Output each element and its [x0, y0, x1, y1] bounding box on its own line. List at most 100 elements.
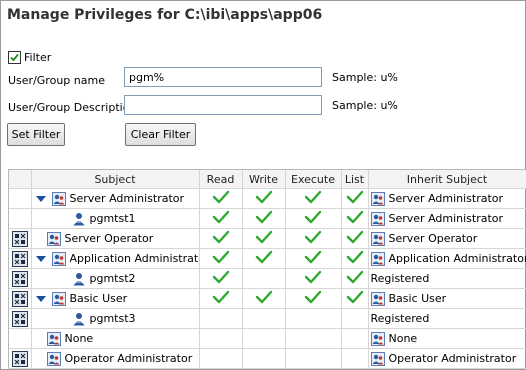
group-icon — [51, 251, 66, 266]
write-cell[interactable] — [242, 248, 286, 269]
execute-cell[interactable] — [285, 268, 342, 289]
group-icon — [370, 331, 385, 346]
check-icon — [304, 290, 322, 307]
table-row[interactable]: Operator Administrator Operator Administr… — [9, 348, 526, 369]
list-cell[interactable] — [341, 308, 369, 329]
set-filter-button[interactable]: Set Filter — [7, 123, 65, 146]
clear-filter-button[interactable]: Clear Filter — [125, 123, 196, 146]
table-row[interactable]: Application Administrator Application Adm… — [9, 248, 526, 269]
read-cell[interactable] — [199, 288, 243, 309]
privileges-panel: Manage Privileges for C:\ibi\apps\app06 … — [0, 0, 526, 370]
column-header-write[interactable]: Write — [242, 170, 286, 189]
list-cell[interactable] — [341, 228, 369, 249]
execute-cell[interactable] — [285, 348, 342, 369]
user-group-desc-input[interactable] — [124, 95, 322, 115]
filter-checkbox[interactable] — [8, 51, 21, 64]
group-icon — [51, 291, 66, 306]
table-row[interactable]: Basic User Basic User — [9, 288, 526, 309]
subject-cell: Application Administrator — [31, 248, 200, 269]
write-cell[interactable] — [242, 348, 286, 369]
execute-cell[interactable] — [285, 208, 342, 229]
check-icon — [346, 290, 364, 307]
column-header-subject[interactable]: Subject — [31, 170, 200, 189]
column-header-list[interactable]: List — [341, 170, 369, 189]
write-cell[interactable] — [242, 268, 286, 289]
list-cell[interactable] — [341, 268, 369, 289]
list-cell[interactable] — [341, 348, 369, 369]
read-cell[interactable] — [199, 248, 243, 269]
execute-cell[interactable] — [285, 308, 342, 329]
filter-label: Filter — [24, 51, 52, 64]
list-cell[interactable] — [341, 288, 369, 309]
write-cell[interactable] — [242, 328, 286, 349]
permissions-editor-icon[interactable] — [11, 310, 28, 327]
execute-cell[interactable] — [285, 228, 342, 249]
user-group-name-sample: Sample: u% — [332, 71, 398, 84]
write-cell[interactable] — [242, 208, 286, 229]
column-header-inherit-subject[interactable]: Inherit Subject — [368, 170, 526, 189]
inherit-subject-label: Operator Administrator — [388, 352, 517, 365]
subject-cell: Server Operator — [31, 228, 200, 249]
subject-label: Basic User — [69, 292, 128, 305]
column-header-read[interactable]: Read — [199, 170, 243, 189]
table-row[interactable]: Server Operator Server Operator — [9, 228, 526, 249]
read-cell[interactable] — [199, 348, 243, 369]
subject-label: None — [64, 332, 94, 345]
read-cell[interactable] — [199, 188, 243, 209]
inherit-subject-cell: None — [368, 328, 526, 349]
write-cell[interactable] — [242, 228, 286, 249]
permissions-editor-icon[interactable] — [11, 290, 28, 307]
read-cell[interactable] — [199, 228, 243, 249]
permissions-editor-icon[interactable] — [11, 250, 28, 267]
row-control-cell — [9, 308, 32, 329]
read-cell[interactable] — [199, 268, 243, 289]
expand-arrow-icon[interactable] — [35, 255, 46, 262]
user-group-name-input[interactable] — [124, 67, 322, 87]
expand-arrow-icon[interactable] — [35, 195, 46, 202]
row-control-cell — [9, 208, 32, 229]
check-icon — [346, 250, 364, 267]
group-icon — [370, 351, 385, 366]
table-row[interactable]: pgmtst1 Server Administrator — [9, 208, 526, 229]
list-cell[interactable] — [341, 328, 369, 349]
column-header-execute[interactable]: Execute — [285, 170, 342, 189]
execute-cell[interactable] — [285, 328, 342, 349]
execute-cell[interactable] — [285, 248, 342, 269]
write-cell[interactable] — [242, 188, 286, 209]
check-icon — [255, 210, 273, 227]
inherit-subject-label: Application Administrator — [388, 252, 526, 265]
execute-cell[interactable] — [285, 188, 342, 209]
list-cell[interactable] — [341, 208, 369, 229]
check-icon — [212, 270, 230, 287]
write-cell[interactable] — [242, 308, 286, 329]
check-icon — [255, 250, 273, 267]
write-cell[interactable] — [242, 288, 286, 309]
expand-arrow-icon[interactable] — [35, 295, 46, 302]
inherit-subject-cell: Server Administrator — [368, 208, 526, 229]
read-cell[interactable] — [199, 328, 243, 349]
read-cell[interactable] — [199, 308, 243, 329]
permissions-editor-icon[interactable] — [11, 230, 28, 247]
page-title: Manage Privileges for C:\ibi\apps\app06 — [7, 7, 323, 23]
table-row[interactable]: pgmtst3 Registered — [9, 308, 526, 329]
permissions-editor-icon[interactable] — [11, 270, 28, 287]
check-icon — [255, 190, 273, 207]
read-cell[interactable] — [199, 208, 243, 229]
check-icon — [212, 250, 230, 267]
grid-header-row: Subject Read Write Execute List Inherit … — [9, 170, 526, 189]
check-icon — [212, 190, 230, 207]
list-cell[interactable] — [341, 188, 369, 209]
group-icon — [46, 231, 61, 246]
subject-label: pgmtst3 — [89, 312, 136, 325]
subject-cell: Server Administrator — [31, 188, 200, 209]
inherit-subject-label: None — [388, 332, 418, 345]
table-row[interactable]: pgmtst2 Registered — [9, 268, 526, 289]
group-icon — [370, 291, 385, 306]
table-row[interactable]: Server Administrator Server Administrator — [9, 188, 526, 209]
permissions-editor-icon[interactable] — [11, 350, 28, 367]
check-icon — [212, 230, 230, 247]
row-control-cell — [9, 248, 32, 269]
table-row[interactable]: None None — [9, 328, 526, 349]
execute-cell[interactable] — [285, 288, 342, 309]
list-cell[interactable] — [341, 248, 369, 269]
